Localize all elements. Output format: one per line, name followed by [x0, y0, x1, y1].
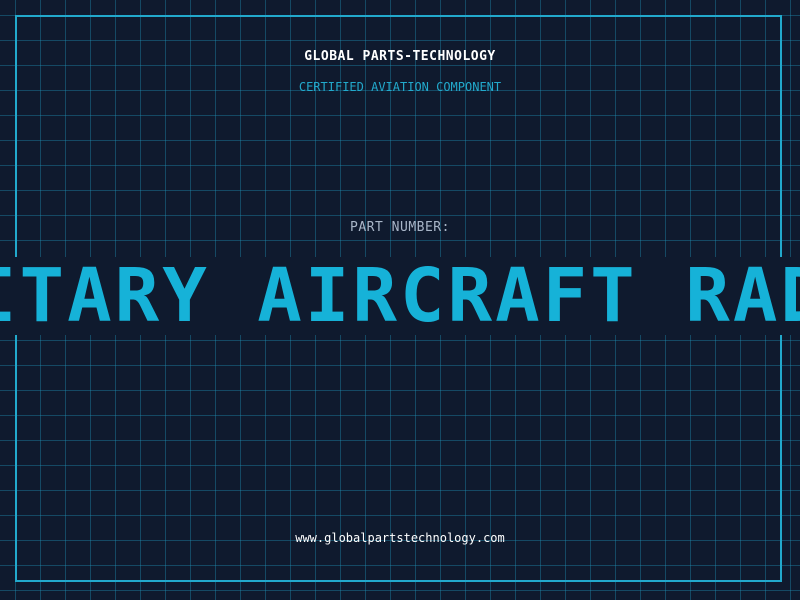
- website-link[interactable]: www.globalpartstechnology.com: [0, 531, 800, 545]
- certification-tagline: CERTIFIED AVIATION COMPONENT: [298, 80, 502, 94]
- part-number-label: PART NUMBER:: [350, 220, 450, 235]
- part-number-band: ITARY AIRCRAFT RAD: [0, 257, 800, 335]
- part-number-value: ITARY AIRCRAFT RAD: [0, 257, 800, 335]
- company-name: GLOBAL PARTS-TECHNOLOGY: [304, 49, 496, 64]
- certificate-card: GLOBAL PARTS-TECHNOLOGY CERTIFIED AVIATI…: [0, 0, 800, 600]
